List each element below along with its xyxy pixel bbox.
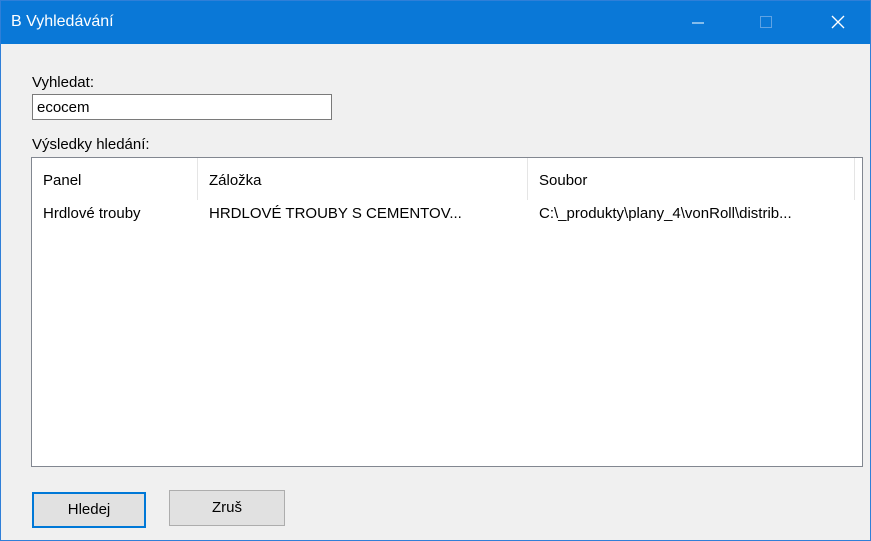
results-header: Panel Záložka Soubor (32, 158, 855, 200)
window-title: B Vyhledávání (11, 13, 114, 30)
maximize-button (743, 1, 789, 44)
minimize-button[interactable] (675, 1, 721, 44)
results-list[interactable]: Panel Záložka Soubor Hrdlové trouby HRDL… (31, 157, 863, 467)
search-dialog-window: B Vyhledávání Vyhledat: Výsledky hledání… (0, 0, 871, 541)
search-button[interactable]: Hledej (32, 492, 146, 528)
close-button[interactable] (815, 1, 861, 44)
search-label: Vyhledat: (32, 74, 94, 91)
column-header-soubor[interactable]: Soubor (528, 158, 855, 200)
close-icon (831, 15, 845, 29)
column-header-zalozka[interactable]: Záložka (198, 158, 528, 200)
search-input[interactable] (32, 94, 332, 120)
minimize-icon (692, 22, 704, 24)
results-label: Výsledky hledání: (32, 136, 150, 153)
cell-soubor: C:\_produkty\plany_4\vonRoll\distrib... (539, 205, 792, 222)
title-bar[interactable]: B Vyhledávání (1, 1, 870, 44)
cell-zalozka: HRDLOVÉ TROUBY S CEMENTOV... (209, 205, 462, 222)
cell-panel: Hrdlové trouby (43, 205, 141, 222)
cancel-button[interactable]: Zruš (169, 490, 285, 526)
list-item[interactable]: Hrdlové trouby HRDLOVÉ TROUBY S CEMENTOV… (32, 201, 862, 227)
column-header-panel[interactable]: Panel (32, 158, 198, 200)
maximize-icon (760, 16, 772, 28)
